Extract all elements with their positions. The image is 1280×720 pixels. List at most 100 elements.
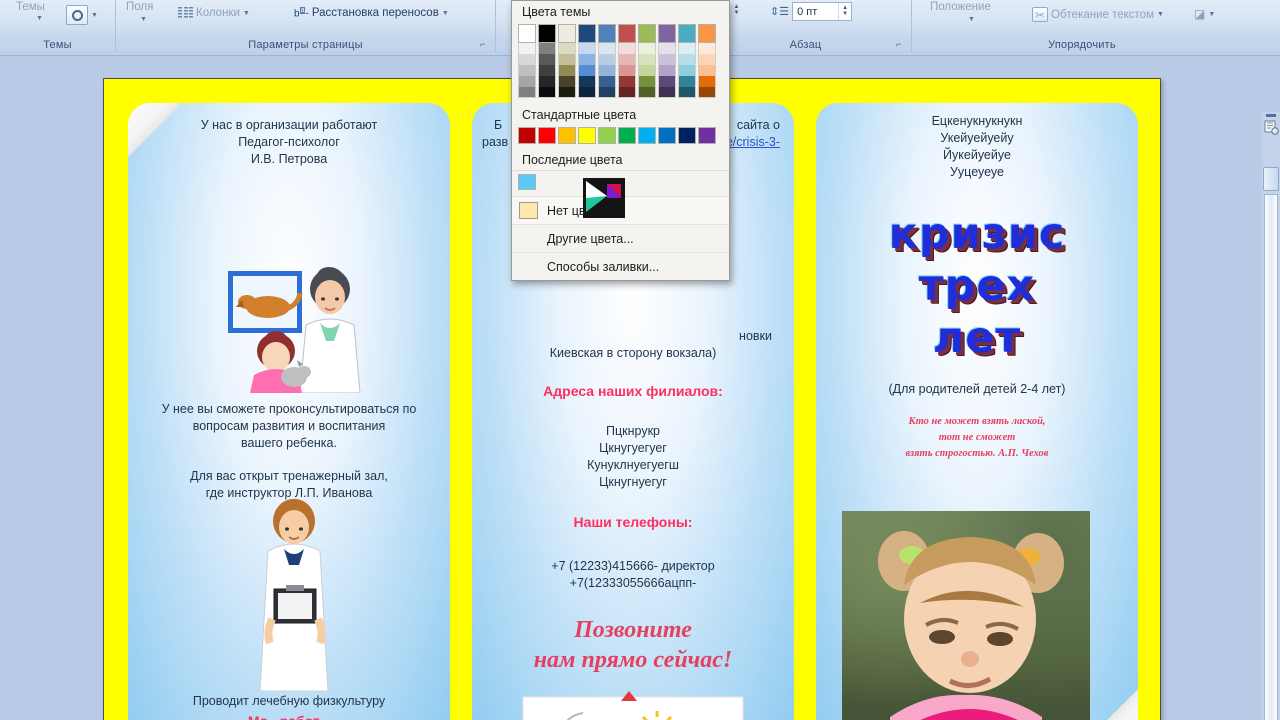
theme-tint-swatch[interactable] [558,76,576,87]
theme-tint-swatch[interactable] [698,76,716,87]
theme-tint-swatch[interactable] [698,65,716,76]
theme-color-swatch[interactable] [578,24,596,43]
theme-tint-swatch[interactable] [678,76,696,87]
spacing-after-stepper[interactable]: ⇕☰ 0 пт ▲ ▼ [770,2,853,21]
theme-tint-swatch[interactable] [558,54,576,65]
theme-tint-swatch[interactable] [578,43,596,54]
theme-tint-swatch[interactable] [558,87,576,98]
scroll-up-button[interactable] [1266,114,1276,117]
margins-button[interactable]: Поля [126,1,153,13]
theme-tint-swatch[interactable] [658,43,676,54]
standard-color-swatch[interactable] [638,127,656,144]
theme-color-column[interactable] [618,24,636,98]
theme-tint-swatch[interactable] [678,43,696,54]
theme-color-swatch[interactable] [658,24,676,43]
themes-button[interactable]: Темы [16,1,45,13]
theme-tint-swatch[interactable] [578,54,596,65]
theme-color-column[interactable] [598,24,616,98]
theme-color-swatch[interactable] [618,24,636,43]
hyphenation-button[interactable]: ba- Расстановка переносов ▼ [294,7,449,19]
theme-tint-swatch[interactable] [678,54,696,65]
theme-tint-swatch[interactable] [578,76,596,87]
theme-tint-swatch[interactable] [558,65,576,76]
indent-spinner[interactable]: ▲ ▼ [730,2,743,19]
theme-tint-swatch[interactable] [578,87,596,98]
menu-item-fill-effects[interactable]: Способы заливки... [512,252,729,280]
standard-colors-row[interactable] [512,125,729,149]
vertical-scrollbar[interactable] [1262,112,1280,720]
theme-tint-swatch[interactable] [698,43,716,54]
theme-color-swatch[interactable] [678,24,696,43]
theme-tint-swatch[interactable] [658,54,676,65]
standard-color-swatch[interactable] [658,127,676,144]
theme-color-column[interactable] [638,24,656,98]
theme-color-column[interactable] [558,24,576,98]
theme-tint-swatch[interactable] [618,87,636,98]
theme-tint-swatch[interactable] [578,65,596,76]
theme-tint-swatch[interactable] [698,87,716,98]
columns-button[interactable]: Колонки ▼ [178,7,250,19]
theme-tint-swatch[interactable] [538,87,556,98]
theme-tint-swatch[interactable] [638,43,656,54]
theme-tint-swatch[interactable] [598,43,616,54]
theme-tint-swatch[interactable] [618,65,636,76]
position-dropdown-arrow[interactable]: ▼ [968,16,975,23]
theme-tint-swatch[interactable] [598,65,616,76]
theme-color-column[interactable] [578,24,596,98]
theme-color-swatch[interactable] [638,24,656,43]
theme-effects-button[interactable]: ▼ [66,5,98,25]
standard-color-swatch[interactable] [558,127,576,144]
theme-tint-swatch[interactable] [598,54,616,65]
theme-color-swatch[interactable] [518,24,536,43]
theme-color-column[interactable] [678,24,696,98]
theme-tint-swatch[interactable] [538,54,556,65]
theme-tint-swatch[interactable] [618,54,636,65]
brochure-panel-left[interactable]: У нас в организации работают Педагог-пси… [128,103,450,720]
standard-color-swatch[interactable] [598,127,616,144]
position-button[interactable]: Положение [930,1,991,13]
menu-item-more-colors[interactable]: Другие цвета... [512,224,729,252]
standard-color-swatch[interactable] [698,127,716,144]
theme-tint-swatch[interactable] [518,87,536,98]
standard-color-swatch[interactable] [578,127,596,144]
theme-tint-swatch[interactable] [598,87,616,98]
recent-color-swatch[interactable] [518,174,536,190]
theme-tint-swatch[interactable] [638,65,656,76]
theme-tint-swatch[interactable] [538,76,556,87]
theme-tint-swatch[interactable] [518,54,536,65]
scrollbar-thumb[interactable] [1263,167,1279,191]
standard-color-swatch[interactable] [538,127,556,144]
theme-tint-swatch[interactable] [558,43,576,54]
theme-tint-swatch[interactable] [538,65,556,76]
paragraph-dialog-launcher[interactable]: ⌐ [896,39,907,50]
theme-tint-swatch[interactable] [638,87,656,98]
standard-color-swatch[interactable] [678,127,696,144]
shading-color-dropdown[interactable]: Цвета темы Стандартные цвета Последние ц… [511,0,730,281]
theme-tint-swatch[interactable] [638,54,656,65]
theme-color-swatch[interactable] [598,24,616,43]
theme-tint-swatch[interactable] [518,43,536,54]
page-setup-dialog-launcher[interactable]: ⌐ [480,39,491,50]
theme-color-swatch[interactable] [698,24,716,43]
margins-dropdown-arrow[interactable]: ▼ [140,16,147,23]
theme-color-column[interactable] [518,24,536,98]
brochure-panel-right[interactable]: Ецкенукнукнукн Укейуейуейу Йукейуейуе Уу… [816,103,1138,720]
theme-tint-swatch[interactable] [678,65,696,76]
theme-tint-swatch[interactable] [638,76,656,87]
theme-tint-swatch[interactable] [658,76,676,87]
text-wrap-button[interactable]: ✂ Обтекание текстом ▼ [1032,7,1164,22]
select-browse-object-icon[interactable] [1264,120,1279,135]
theme-tint-swatch[interactable] [618,43,636,54]
theme-tint-swatch[interactable] [598,76,616,87]
theme-color-swatch[interactable] [538,24,556,43]
theme-tint-swatch[interactable] [698,54,716,65]
standard-color-swatch[interactable] [618,127,636,144]
toddler-photo[interactable] [842,511,1090,720]
theme-tint-swatch[interactable] [618,76,636,87]
standard-color-swatch[interactable] [518,127,536,144]
theme-color-column[interactable] [538,24,556,98]
theme-tint-swatch[interactable] [518,76,536,87]
spacing-after-input[interactable]: 0 пт ▲ ▼ [792,2,853,21]
theme-tint-swatch[interactable] [658,65,676,76]
theme-color-column[interactable] [698,24,716,98]
